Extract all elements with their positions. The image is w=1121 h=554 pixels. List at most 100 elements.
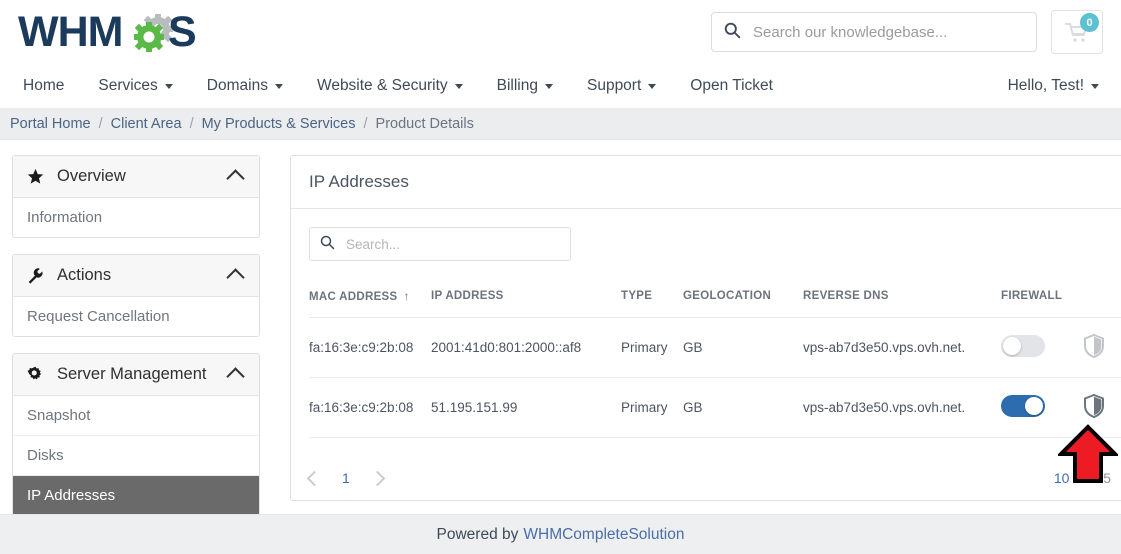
breadcrumb-separator: / [98,115,103,132]
breadcrumb-item-my-products-services[interactable]: My Products & Services [202,116,356,132]
column-header-type[interactable]: TYPE [621,283,683,318]
chevron-down-icon [648,83,657,89]
sidebar-item-label: Snapshot [27,407,91,424]
table-body: fa:16:3e:c9:2b:08 2001:41d0:801:2000::af… [309,317,1121,438]
search-icon [724,22,741,42]
page-body: Overview Information Actions Request Can… [0,140,1121,532]
knowledgebase-search[interactable] [711,12,1037,52]
ip-addresses-card: IP Addresses Search... MAC ADDRESS ↑ IP … [290,155,1121,501]
card-header: IP Addresses [291,156,1121,209]
cart-button[interactable]: 0 [1051,10,1103,54]
account-menu-label: Hello, Test! [1007,77,1084,94]
cell-ip-address: 51.195.151.99 [431,377,621,438]
sidebar-panel-header-actions[interactable]: Actions [13,255,259,297]
chevron-up-icon [226,169,245,188]
sidebar-item-disks[interactable]: Disks [13,436,259,476]
cell-type: Primary [621,377,683,438]
column-header-shield-action [1083,283,1121,318]
nav-item-services[interactable]: Services [81,77,189,95]
pagination-page-1[interactable]: 1 [342,470,350,486]
sidebar-item-label: IP Addresses [27,487,116,504]
sidebar-item-information[interactable]: Information [13,198,259,237]
nav-item-label: Open Ticket [690,77,773,94]
cell-mac-address: fa:16:3e:c9:2b:08 [309,317,431,378]
nav-item-billing[interactable]: Billing [480,77,570,95]
shield-half-icon[interactable] [1083,394,1105,418]
nav-item-label: Website & Security [316,77,448,94]
chevron-down-icon [164,83,173,89]
breadcrumb-item-client-area[interactable]: Client Area [111,116,182,132]
column-header-geolocation[interactable]: GEOLOCATION [683,283,803,318]
table-header-row: MAC ADDRESS ↑ IP ADDRESS TYPE GEOLOCATION [309,283,1121,318]
table-search[interactable] [309,227,571,261]
breadcrumb-item-product-details: Product Details [375,115,474,132]
main-content: IP Addresses Search... MAC ADDRESS ↑ IP … [290,155,1121,532]
shield-half-icon[interactable] [1083,334,1105,358]
svg-text:WHM: WHM [18,8,122,56]
chevron-up-icon [226,268,245,287]
nav-item-label: Billing [496,77,538,94]
toggle-knob [1025,397,1043,415]
cell-type: Primary [621,317,683,378]
nav-item-support[interactable]: Support [570,77,673,95]
column-header-ip-address[interactable]: IP ADDRESS [431,283,621,318]
sidebar-item-ip-addresses[interactable]: IP Addresses [13,476,259,515]
sidebar-item-label: Disks [27,447,64,464]
firewall-toggle[interactable] [1001,335,1045,357]
nav-item-domains[interactable]: Domains [190,77,300,95]
main-navbar: Home Services Domains Website & Security… [0,64,1121,108]
navbar-account: Hello, Test! [1003,77,1103,95]
sidebar-panel-header-overview[interactable]: Overview [13,156,259,198]
footer-powered-text: Powered by [436,525,519,543]
site-footer: Powered by WHMCompleteSolution [0,514,1121,554]
firewall-toggle[interactable] [1001,395,1045,417]
nav-item-label: Domains [206,77,268,94]
chevron-left-icon[interactable] [306,470,323,486]
column-label: MAC ADDRESS [309,291,398,303]
knowledgebase-search-input[interactable] [751,22,1024,42]
sort-ascending-icon: ↑ [403,289,410,303]
cell-ip-address: 2001:41d0:801:2000::af8 [431,317,621,378]
chevron-right-icon[interactable] [369,470,386,486]
chevron-down-icon [544,83,553,89]
svg-text:S: S [168,8,197,56]
sidebar-panel-header-server-management[interactable]: Server Management [13,354,259,396]
nav-item-open-ticket[interactable]: Open Ticket [673,77,790,95]
cart-badge: 0 [1080,13,1099,32]
column-label: GEOLOCATION [683,290,772,302]
cell-reverse-dns: vps-ab7d3e50.vps.ovh.net. [803,377,1001,438]
site-header: WHM S Search our knowledgebase... 0 [0,0,1121,64]
sidebar-panel-overview: Overview Information [12,155,260,238]
sidebar-item-request-cancellation[interactable]: Request Cancellation [13,297,259,336]
pagination-per-page: 10 25 [1054,470,1121,486]
sidebar: Overview Information Actions Request Can… [12,155,260,532]
sidebar-item-snapshot[interactable]: Snapshot [13,396,259,436]
table-search-input[interactable] [344,235,560,253]
per-page-option-25[interactable]: 25 [1095,470,1111,486]
cell-mac-address: fa:16:3e:c9:2b:08 [309,377,431,438]
wrench-icon [27,267,49,284]
column-header-mac-address[interactable]: MAC ADDRESS ↑ [309,283,431,318]
account-menu[interactable]: Hello, Test! [1003,77,1103,95]
per-page-option-10[interactable]: 10 [1054,470,1070,486]
cell-reverse-dns: vps-ab7d3e50.vps.ovh.net. [803,317,1001,378]
whmcs-logo-svg: WHM S [18,8,197,56]
sidebar-panel-actions: Actions Request Cancellation [12,254,260,337]
gear-icon [27,366,49,383]
search-icon [320,235,335,253]
chevron-up-icon [226,367,245,386]
column-header-reverse-dns[interactable]: REVERSE DNS [803,283,1001,318]
chevron-down-icon [454,83,463,89]
sidebar-panel-title: Server Management [57,365,207,383]
breadcrumb-item-portal-home[interactable]: Portal Home [10,116,91,132]
page-title: IP Addresses [309,172,409,191]
nav-item-website-security[interactable]: Website & Security [300,77,480,95]
column-label: IP ADDRESS [431,290,504,302]
table-row: fa:16:3e:c9:2b:08 51.195.151.99 Primary … [309,377,1121,438]
column-header-firewall[interactable]: FIREWALL [1001,283,1083,318]
nav-item-home[interactable]: Home [18,77,81,95]
footer-brand-link[interactable]: WHMCompleteSolution [523,526,684,544]
table-row: fa:16:3e:c9:2b:08 2001:41d0:801:2000::af… [309,317,1121,378]
whmcs-logo[interactable]: WHM S [18,8,208,56]
sidebar-item-label: Request Cancellation [27,308,170,325]
